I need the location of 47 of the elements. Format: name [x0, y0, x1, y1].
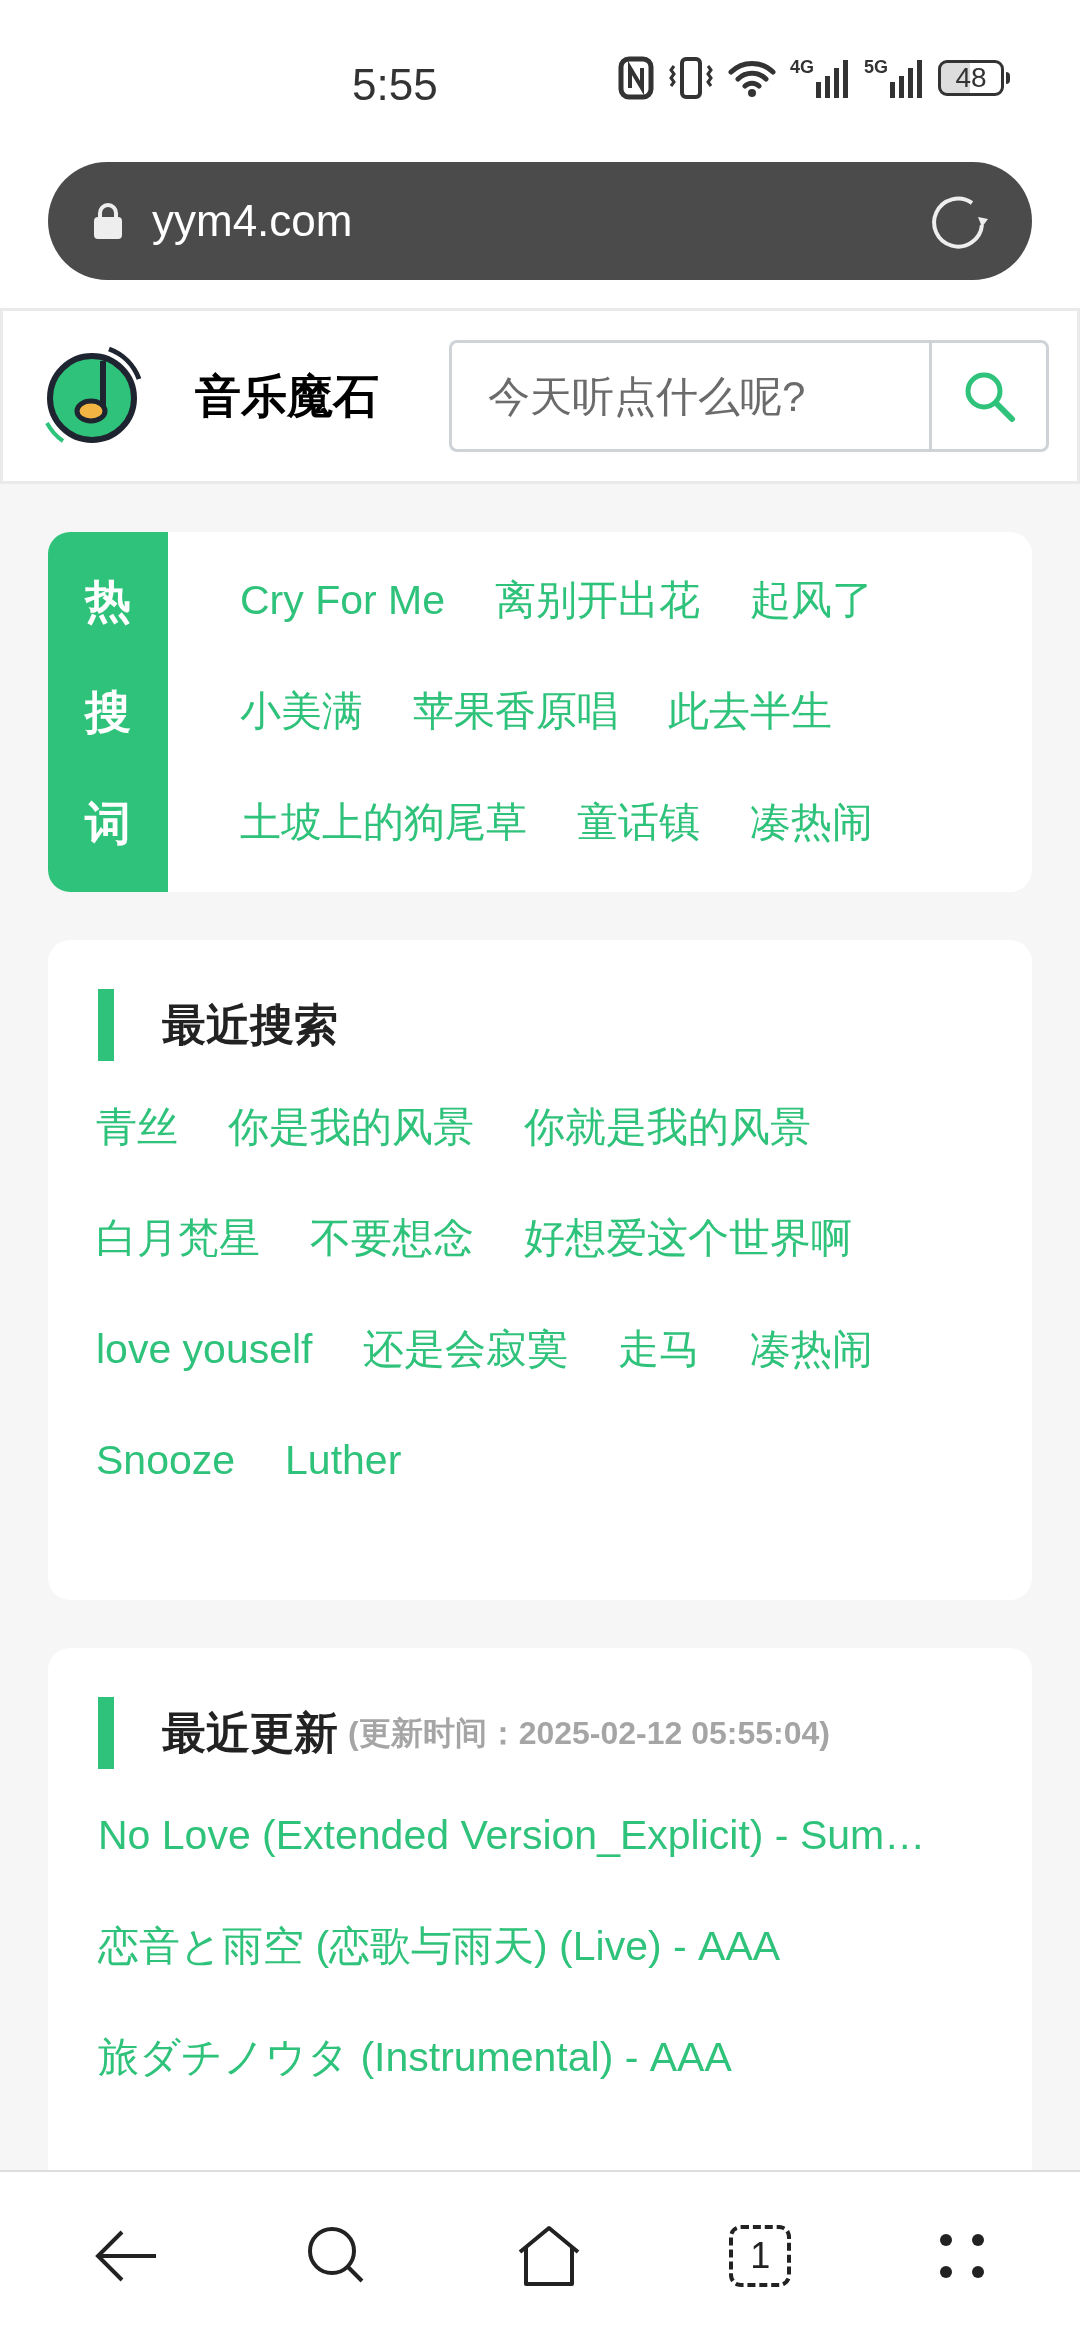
hot-search-link[interactable]: 此去半生 [668, 681, 832, 743]
song-link[interactable]: 恋音と雨空 (恋歌与雨天) (Live) - AAA [98, 1915, 781, 1978]
recent-search-link[interactable]: Luther [285, 1429, 402, 1492]
url-text: yym4.com [152, 195, 354, 247]
menu-dots-icon[interactable] [938, 2232, 987, 2280]
search-field[interactable]: 今天听点什么呢? [449, 340, 929, 452]
signal-icon [890, 60, 925, 98]
update-time-text: (更新时间：2025-02-12 05:55:04) [348, 1714, 830, 1753]
recent-search-link[interactable]: love youself [96, 1318, 313, 1381]
song-link[interactable]: 旅ダチノウタ (Instrumental) - AAA [98, 2026, 732, 2089]
battery-indicator: 48 [938, 60, 1005, 96]
recent-search-link[interactable]: 不要想念 [310, 1207, 474, 1270]
hot-search-link[interactable]: 离别开出花 [495, 570, 700, 632]
hot-search-link[interactable]: 起风了 [750, 570, 873, 632]
section-marker [98, 1697, 114, 1769]
recent-search-link[interactable]: 白月梵星 [96, 1207, 260, 1270]
hot-search-link[interactable]: 苹果香原唱 [413, 681, 618, 743]
address-bar[interactable]: yym4.com [48, 162, 1032, 280]
section-marker [98, 989, 114, 1061]
nfc-icon [618, 56, 654, 100]
recent-search-link[interactable]: 好想爱这个世界啊 [524, 1207, 852, 1270]
hot-search-link[interactable]: 童话镇 [577, 792, 700, 854]
hot-search-label: 热搜词 [48, 532, 168, 892]
lock-icon [92, 202, 124, 240]
section-title: 最近搜索 [162, 999, 338, 1051]
site-title: 音乐魔石 [195, 368, 380, 424]
wifi-icon [728, 58, 776, 98]
recent-search-link[interactable]: 凑热闹 [749, 1318, 873, 1381]
clock-time: 5:55 [352, 59, 438, 111]
hot-search-link[interactable]: Cry For Me [240, 570, 445, 632]
network-type-label: 4G [790, 58, 814, 76]
network-type-label: 5G [864, 58, 889, 76]
recent-search-link[interactable]: 还是会寂寞 [362, 1318, 568, 1381]
vibrate-icon [668, 56, 714, 100]
recent-search-link[interactable]: 你是我的风景 [228, 1096, 474, 1159]
section-title: 最近更新 [162, 1707, 338, 1759]
recent-search-link[interactable]: Snooze [96, 1429, 236, 1492]
hot-search-link[interactable]: 土坡上的狗尾草 [240, 792, 527, 854]
recent-search-link[interactable]: 你就是我的风景 [524, 1096, 811, 1159]
song-link[interactable]: No Love (Extended Version_Explicit) - Sum… [98, 1804, 926, 1867]
tab-count-button[interactable]: 1 [729, 2225, 792, 2287]
back-arrow-icon[interactable] [93, 2228, 158, 2284]
recent-search-link[interactable]: 青丝 [96, 1096, 178, 1159]
hot-search-link[interactable]: 凑热闹 [750, 792, 873, 854]
hot-search-link[interactable]: 小美满 [240, 681, 363, 743]
signal-icon [816, 60, 850, 98]
recent-search-link[interactable]: 走马 [617, 1318, 700, 1381]
